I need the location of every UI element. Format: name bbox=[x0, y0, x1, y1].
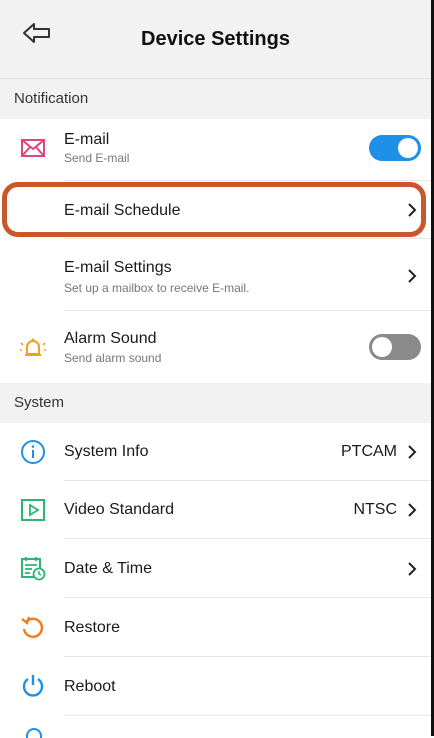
system-info-row[interactable]: System Info PTCAM bbox=[0, 423, 431, 481]
restore-title: Restore bbox=[64, 619, 121, 636]
email-settings-row[interactable]: E-mail Settings Set up a mailbox to rece… bbox=[0, 239, 431, 311]
restore-icon bbox=[20, 614, 46, 640]
email-subtitle: Send E-mail bbox=[64, 151, 130, 165]
email-title: E-mail bbox=[64, 131, 110, 148]
chevron-right-icon bbox=[407, 503, 417, 517]
partial-icon bbox=[26, 728, 42, 738]
section-header-notification: Notification bbox=[0, 79, 431, 119]
power-icon bbox=[20, 673, 46, 699]
system-info-title: System Info bbox=[64, 443, 149, 460]
alarm-sound-toggle[interactable] bbox=[369, 334, 421, 360]
email-settings-title: E-mail Settings bbox=[64, 259, 172, 276]
restore-row[interactable]: Restore bbox=[0, 598, 431, 657]
system-info-value: PTCAM bbox=[341, 443, 397, 460]
section-header-system: System bbox=[0, 383, 431, 423]
reboot-row[interactable]: Reboot bbox=[0, 657, 431, 716]
video-standard-title: Video Standard bbox=[64, 501, 175, 518]
date-time-row[interactable]: Date & Time bbox=[0, 539, 431, 598]
email-settings-subtitle: Set up a mailbox to receive E-mail. bbox=[64, 281, 250, 295]
page-title: Device Settings bbox=[141, 28, 290, 50]
email-toggle[interactable] bbox=[369, 135, 421, 161]
alarm-bell-icon bbox=[20, 335, 46, 361]
partial-next-row bbox=[0, 716, 431, 738]
alarm-sound-subtitle: Send alarm sound bbox=[64, 351, 162, 365]
app-header: Device Settings bbox=[0, 0, 431, 79]
info-icon bbox=[20, 439, 46, 465]
play-icon bbox=[20, 497, 46, 523]
video-standard-row[interactable]: Video Standard NTSC bbox=[0, 481, 431, 539]
email-row: E-mail Send E-mail bbox=[0, 119, 431, 181]
email-schedule-row[interactable]: E-mail Schedule bbox=[0, 181, 431, 239]
alarm-sound-title: Alarm Sound bbox=[64, 330, 157, 347]
email-schedule-title: E-mail Schedule bbox=[64, 202, 181, 219]
chevron-right-icon bbox=[407, 203, 417, 217]
chevron-right-icon bbox=[407, 562, 417, 576]
envelope-icon bbox=[20, 135, 46, 161]
chevron-right-icon bbox=[407, 445, 417, 459]
video-standard-value: NTSC bbox=[353, 501, 397, 518]
chevron-right-icon bbox=[407, 269, 417, 283]
alarm-sound-row: Alarm Sound Send alarm sound bbox=[0, 311, 431, 383]
reboot-title: Reboot bbox=[64, 678, 116, 695]
calendar-clock-icon bbox=[20, 555, 46, 581]
date-time-title: Date & Time bbox=[64, 560, 153, 577]
